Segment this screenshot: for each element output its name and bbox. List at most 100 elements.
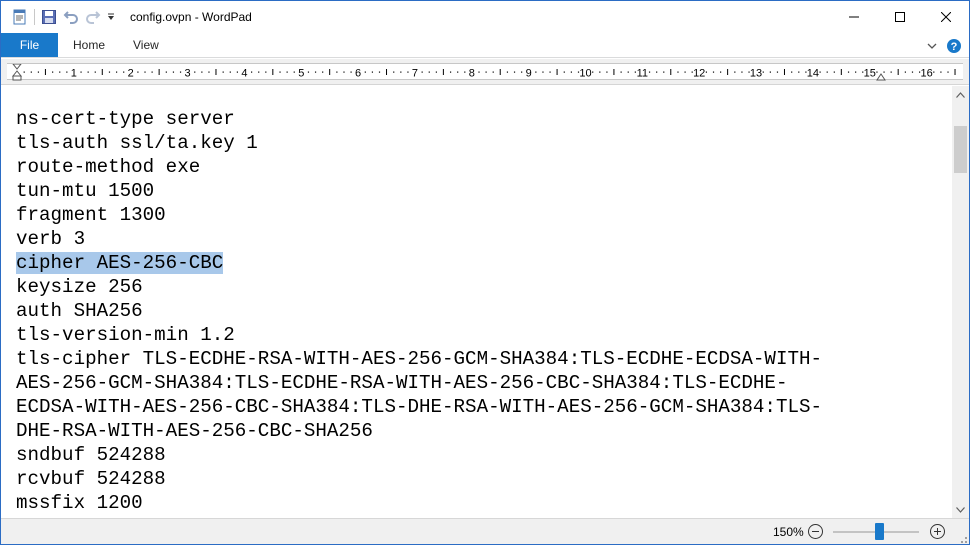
help-icon[interactable]: ?: [943, 35, 965, 57]
ruler-dot: [222, 71, 224, 73]
line-text: rcvbuf 524288: [16, 468, 166, 490]
redo-icon[interactable]: [82, 6, 104, 28]
ruler-dot: [720, 71, 722, 73]
ruler-dot: [80, 71, 82, 73]
ruler-dot: [343, 71, 345, 73]
ruler-scale: 1 2 3 4 5 6 7 8 9 10 11 12 13 14 15 16: [11, 64, 956, 81]
scrollbar-thumb[interactable]: [954, 126, 967, 173]
document-area[interactable]: ns-cert-type server tls-auth ssl/ta.key 1…: [1, 86, 952, 518]
line-text: tls-cipher TLS-ECDHE-RSA-WITH-AES-256-GC…: [16, 348, 823, 370]
ruler-dot: [165, 71, 167, 73]
ruler-dot: [883, 71, 885, 73]
ruler-number: 12: [693, 68, 705, 80]
ruler-dot: [620, 71, 622, 73]
ruler-dot: [648, 71, 651, 73]
ruler-dot: [542, 71, 544, 73]
ruler-dot: [314, 71, 317, 73]
scroll-up-icon[interactable]: [952, 86, 969, 103]
line-text: fragment 1300: [16, 204, 166, 226]
ruler-dot: [570, 71, 572, 73]
document-line[interactable]: mssfix 1200: [16, 491, 941, 515]
ruler-dot: [791, 71, 793, 73]
wordpad-app-icon[interactable]: [9, 6, 31, 28]
ruler-dot: [606, 71, 608, 73]
maximize-icon[interactable]: [877, 1, 923, 33]
ruler-dot: [251, 71, 253, 73]
ruler-number: 16: [920, 68, 932, 80]
customize-qat-icon[interactable]: [104, 6, 118, 28]
line-text: mssfix 1200: [16, 492, 143, 514]
ruler-dot: [322, 71, 324, 73]
ruler-dot: [485, 71, 487, 73]
ruler-dot: [933, 71, 935, 73]
ruler-dot: [30, 71, 32, 73]
collapse-ribbon-icon[interactable]: [921, 35, 943, 57]
document-text[interactable]: ns-cert-type server tls-auth ssl/ta.key 1…: [16, 107, 941, 515]
tab-home[interactable]: Home: [58, 33, 119, 57]
ruler-dot: [179, 71, 182, 73]
ruler-dot: [286, 71, 288, 73]
ruler-dot: [279, 71, 281, 73]
ruler-dot: [115, 71, 118, 73]
ruler-dot: [592, 71, 594, 73]
line-text: tls-auth ssl/ta.key 1: [16, 132, 258, 154]
ruler-number: 2: [128, 68, 134, 80]
ruler-dot: [293, 71, 295, 73]
ruler-dot: [229, 71, 231, 73]
ruler-dot: [819, 71, 821, 73]
ruler-dot: [876, 71, 878, 73]
ruler-dot: [826, 71, 828, 73]
vertical-scrollbar[interactable]: [952, 86, 969, 518]
document-line[interactable]: cipher AES-256-CBC: [16, 251, 941, 275]
close-icon[interactable]: [923, 1, 969, 33]
document-line[interactable]: tls-cipher TLS-ECDHE-RSA-WITH-AES-256-GC…: [16, 347, 941, 371]
ruler-dot: [123, 71, 125, 73]
ruler-dot: [847, 71, 850, 73]
zoom-in-icon[interactable]: [929, 523, 946, 540]
resize-grip[interactable]: [957, 532, 967, 543]
document-line[interactable]: auth SHA256: [16, 299, 941, 323]
ruler-dot: [712, 71, 715, 73]
ruler[interactable]: 1 2 3 4 5 6 7 8 9 10 11 12 13 14 15 16: [7, 63, 963, 81]
document-line[interactable]: sndbuf 524288: [16, 443, 941, 467]
document-line[interactable]: rcvbuf 524288: [16, 467, 941, 491]
ruler-dot: [947, 71, 949, 73]
ruler-dot: [521, 71, 523, 73]
wordpad-window: config.ovpn - WordPad File Home View ? 1…: [0, 0, 970, 545]
ruler-dot: [307, 71, 310, 73]
document-line[interactable]: ECDSA-WITH-AES-256-CBC-SHA384:TLS-DHE-RS…: [16, 395, 941, 419]
undo-icon[interactable]: [60, 6, 82, 28]
zoom-slider-thumb[interactable]: [875, 523, 884, 540]
tab-file[interactable]: File: [1, 33, 58, 57]
ruler-dot: [66, 71, 68, 73]
document-line[interactable]: keysize 256: [16, 275, 941, 299]
document-line[interactable]: tun-mtu 1500: [16, 179, 941, 203]
document-line[interactable]: tls-version-min 1.2: [16, 323, 941, 347]
ruler-dot: [428, 71, 430, 73]
line-text: verb 3: [16, 228, 86, 250]
ruler-number: 4: [241, 68, 247, 80]
document-line[interactable]: route-method exe: [16, 155, 941, 179]
line-text: tls-version-min 1.2: [16, 324, 235, 346]
ruler-dot: [236, 71, 238, 73]
ruler-dot: [855, 71, 857, 73]
document-line[interactable]: ns-cert-type server: [16, 107, 941, 131]
document-line[interactable]: AES-256-GCM-SHA384:TLS-ECDHE-RSA-WITH-AE…: [16, 371, 941, 395]
scroll-down-icon[interactable]: [952, 501, 969, 518]
ruler-number: 7: [412, 68, 418, 80]
ruler-dot: [464, 71, 466, 73]
ruler-dot: [513, 71, 516, 73]
document-line[interactable]: verb 3: [16, 227, 941, 251]
zoom-out-icon[interactable]: [807, 523, 824, 540]
line-text: ns-cert-type server: [16, 108, 235, 130]
save-icon[interactable]: [38, 6, 60, 28]
tab-view[interactable]: View: [119, 33, 173, 57]
document-line[interactable]: tls-auth ssl/ta.key 1: [16, 131, 941, 155]
document-line[interactable]: fragment 1300: [16, 203, 941, 227]
ruler-dot: [435, 71, 437, 73]
ruler-dot: [400, 71, 402, 73]
document-line[interactable]: DHE-RSA-WITH-AES-256-CBC-SHA256: [16, 419, 941, 443]
zoom-level-label: 150%: [773, 525, 804, 539]
minimize-icon[interactable]: [831, 1, 877, 33]
ruler-dot: [599, 71, 601, 73]
